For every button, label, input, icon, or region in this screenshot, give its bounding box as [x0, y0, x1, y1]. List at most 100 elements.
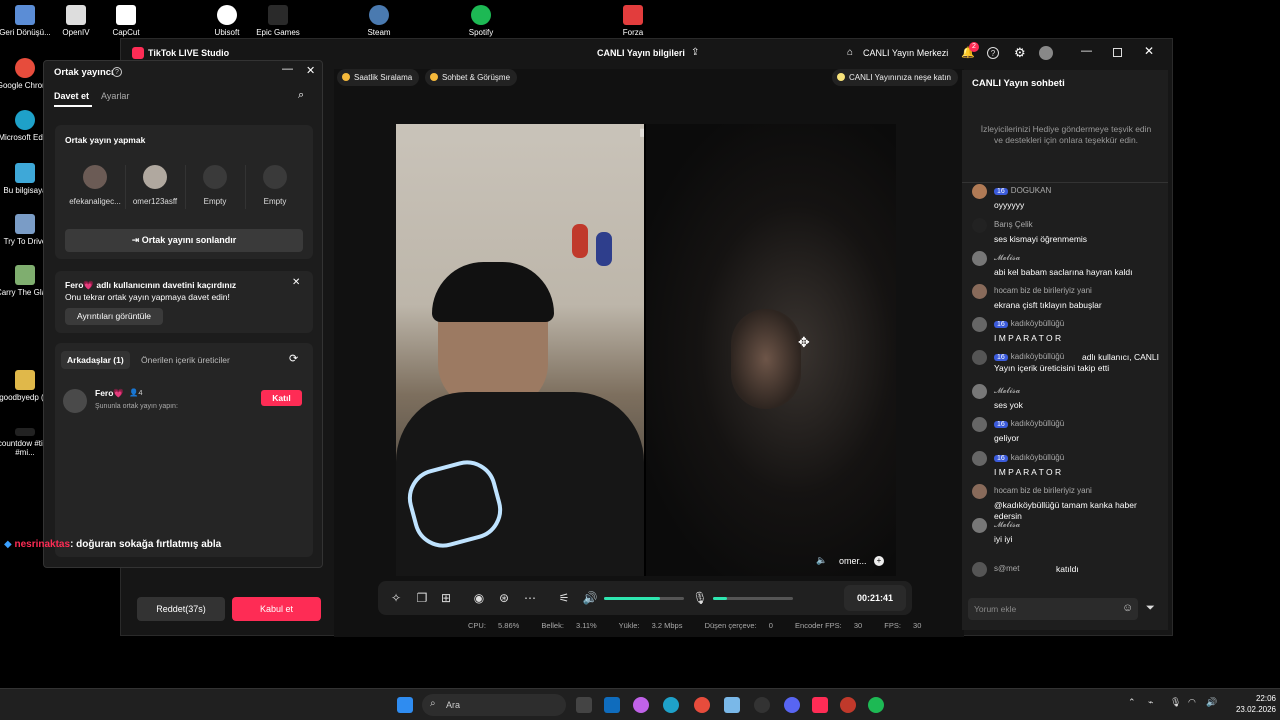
spotify-icon[interactable]	[868, 697, 884, 713]
minimize-icon[interactable]: —	[1081, 45, 1092, 57]
settings-sliders-icon[interactable]: ⚟	[556, 590, 572, 606]
chat-username[interactable]: 𝓜𝓮𝓵𝓲𝓼𝓪	[994, 386, 1020, 396]
layout-icon[interactable]: ⫼	[640, 128, 644, 139]
taskbar-search[interactable]: ⌕ Ara	[422, 694, 566, 716]
tray-chevron-icon[interactable]: ⌃	[1128, 697, 1136, 708]
avatar[interactable]	[972, 484, 987, 499]
task-view-icon[interactable]	[576, 697, 592, 713]
avatar[interactable]	[972, 317, 987, 332]
copilot-icon[interactable]	[633, 697, 649, 713]
help-icon[interactable]: ?	[987, 47, 999, 59]
chrome-icon[interactable]	[694, 697, 710, 713]
sticker-icon[interactable]: ❐	[414, 590, 430, 606]
more-icon[interactable]: ⋯	[522, 590, 538, 606]
outlook-icon[interactable]	[604, 697, 620, 713]
speaker-icon[interactable]: 🔈	[816, 555, 827, 566]
missed-invite-card: Fero💗 adlı kullanıcının davetini kaçırdı…	[55, 271, 313, 333]
desktop-icon-capcut[interactable]: CapCut	[94, 5, 158, 37]
avatar[interactable]	[972, 218, 987, 233]
chat-username[interactable]: 16 kadıköybüllüğü	[994, 319, 1064, 328]
avatar[interactable]	[1039, 46, 1053, 60]
volume-tray-icon[interactable]: 🔊	[1206, 697, 1217, 708]
clock[interactable]: 22:06 23.02.2026	[1230, 693, 1276, 715]
live-info-title[interactable]: CANLI Yayın bilgileri	[597, 48, 685, 58]
avatar[interactable]	[972, 384, 987, 399]
avatar[interactable]	[972, 184, 987, 199]
desktop-icon-epic-games[interactable]: Epic Games	[246, 5, 310, 37]
desktop-icon-steam[interactable]: Steam	[347, 5, 411, 37]
emoji-icon[interactable]: ☺	[1122, 602, 1133, 614]
volume-slider[interactable]	[604, 597, 684, 600]
home-icon[interactable]: ⌂	[847, 47, 853, 58]
chat-username[interactable]: 𝓜𝓮𝓵𝓲𝓼𝓪	[994, 253, 1020, 263]
tab-suggested-creators[interactable]: Önerilen içerik üreticiler	[141, 355, 230, 365]
co-host-slot-4[interactable]: Empty	[245, 165, 305, 206]
co-host-slot-3[interactable]: Empty	[185, 165, 245, 206]
tab-invite[interactable]: Davet et	[54, 91, 89, 101]
accept-button[interactable]: Kabul et	[232, 597, 321, 621]
camera-switch-icon[interactable]: ⊛	[496, 590, 512, 606]
edge-icon[interactable]	[663, 697, 679, 713]
add-joy-chip[interactable]: CANLI Yayınınıza neşe katın	[832, 69, 958, 86]
chat-username[interactable]: hocam biz de birileriyiz yani	[994, 286, 1092, 295]
maximize-icon[interactable]	[1113, 48, 1122, 57]
missed-invite-close-icon[interactable]: ✕	[292, 277, 300, 288]
avatar[interactable]	[972, 284, 987, 299]
chat-username[interactable]: 16 DOGUKAN	[994, 186, 1051, 195]
tab-friends[interactable]: Arkadaşlar (1)	[61, 351, 130, 369]
avatar[interactable]	[972, 350, 987, 365]
move-icon[interactable]: ✥	[798, 334, 810, 351]
tab-settings[interactable]: Ayarlar	[101, 91, 129, 101]
gear-icon[interactable]: ⚙	[1014, 45, 1026, 61]
info-icon[interactable]: ?	[112, 67, 122, 77]
share-icon[interactable]: ⇪	[691, 47, 699, 58]
tiktok-icon[interactable]	[812, 697, 828, 713]
hourly-ranking-chip[interactable]: Saatlik Sıralama	[337, 69, 420, 86]
live-center-link[interactable]: CANLI Yayın Merkezi	[863, 48, 948, 58]
chat-username[interactable]: 16 kadıköybüllüğü	[994, 419, 1064, 428]
decline-button[interactable]: Reddet(37s)	[137, 597, 225, 621]
mic-slider[interactable]	[713, 597, 793, 600]
effects-icon[interactable]: ✧	[388, 590, 404, 606]
close-icon[interactable]: ✕	[1144, 44, 1154, 58]
settings-app-icon[interactable]	[724, 697, 740, 713]
clock-date: 23.02.2026	[1235, 705, 1276, 714]
obs-icon[interactable]	[754, 697, 770, 713]
co-host-slot-2[interactable]: omer123asff	[125, 165, 185, 206]
record-icon[interactable]: ◉	[471, 590, 487, 606]
popup-minimize-icon[interactable]: —	[282, 63, 293, 75]
end-co-host-button[interactable]: ⇥ Ortak yayını sonlandır	[65, 229, 303, 252]
wifi-icon[interactable]: ◠	[1188, 697, 1196, 708]
chat-username[interactable]: 𝓜𝓮𝓵𝓲𝓼𝓪	[994, 520, 1020, 530]
search-icon[interactable]: ⌕	[298, 89, 304, 102]
network-icon[interactable]: ⌁	[1148, 697, 1153, 708]
co-host-slot-1[interactable]: efekanaligec...	[65, 165, 125, 206]
comment-input[interactable]: Yorum ekle ☺	[968, 598, 1138, 620]
join-button[interactable]: Katıl	[261, 390, 302, 406]
filter-icon[interactable]: ⏷	[1146, 602, 1155, 615]
avatar[interactable]	[972, 417, 987, 432]
avatar[interactable]	[972, 451, 987, 466]
volume-icon[interactable]: 🔊	[582, 590, 598, 606]
avatar[interactable]	[972, 562, 987, 577]
windows-start-icon[interactable]	[397, 697, 413, 713]
chat-username[interactable]: hocam biz de birileriyiz yani	[994, 486, 1092, 495]
chat-username[interactable]: 16 kadıköybüllüğü	[994, 453, 1064, 462]
mic-tray-icon[interactable]: 🎙	[1170, 697, 1181, 708]
chat-username[interactable]: s@met	[994, 564, 1019, 573]
live-video-preview[interactable]: ✥ 🔈 omer... + ⫼	[396, 124, 896, 576]
desktop-icon-spotify[interactable]: Spotify	[449, 5, 513, 37]
popup-close-icon[interactable]: ✕	[306, 64, 315, 77]
desktop-icon-forza[interactable]: Forza	[601, 5, 665, 37]
microphone-icon[interactable]: 🎙	[692, 590, 708, 606]
chat-username[interactable]: Barış Çelik	[994, 220, 1033, 229]
media-player-icon[interactable]	[840, 697, 856, 713]
view-details-button[interactable]: Ayrıntıları görüntüle	[65, 308, 163, 325]
guest-add-icon[interactable]: +	[874, 556, 884, 566]
avatar[interactable]	[972, 518, 987, 533]
discord-icon[interactable]	[784, 697, 800, 713]
chat-meet-chip[interactable]: Sohbet & Görüşme	[425, 69, 518, 86]
refresh-icon[interactable]: ⟳	[289, 352, 298, 365]
avatar[interactable]	[972, 251, 987, 266]
screen-icon[interactable]: ⊞	[438, 590, 454, 606]
